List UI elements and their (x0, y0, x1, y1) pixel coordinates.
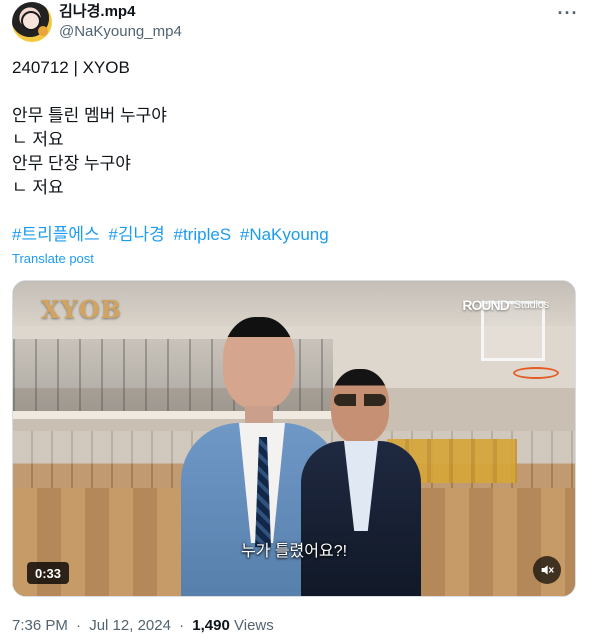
avatar-accent (38, 26, 48, 36)
tweet-date[interactable]: Jul 12, 2024 (89, 617, 171, 634)
basketball-rim (513, 367, 559, 379)
views-label: Views (234, 617, 274, 634)
left-person-head (223, 317, 295, 409)
hashtag-link[interactable]: #NaKyoung (240, 225, 329, 244)
tweet-header: 김나경.mp4 @NaKyoung_mp4 ··· (12, 2, 592, 50)
tweet-time[interactable]: 7:36 PM (12, 617, 68, 634)
translate-post-link[interactable]: Translate post (12, 250, 94, 268)
author-display-name[interactable]: 김나경.mp4 (59, 2, 459, 22)
person-right-in-video (301, 369, 421, 596)
author-info: 김나경.mp4 @NaKyoung_mp4 (59, 2, 459, 42)
xyob-logo: XYOB (41, 295, 122, 324)
hashtag-list: #트리플에스 #김나경 #tripleS #NaKyoung (12, 223, 572, 247)
right-person-head (331, 369, 389, 443)
video-duration-badge: 0:33 (27, 562, 70, 584)
author-handle[interactable]: @NaKyoung_mp4 (59, 22, 459, 42)
sunglasses-icon (334, 394, 386, 406)
video-subtitle: 누가 틀렸어요?! (240, 543, 348, 560)
round-studios-text: Studios (513, 299, 549, 311)
round-studios-mark: ROUND (462, 297, 509, 313)
more-options-button[interactable]: ··· (554, 2, 582, 24)
hashtag-link[interactable]: #김나경 (108, 225, 164, 244)
hashtag-link[interactable]: #트리플에스 (12, 225, 100, 244)
tweet-text: 240712 | XYOB 안무 틀린 멤버 누구야 ㄴ 저요 안무 단장 누구… (12, 58, 167, 197)
views-count: 1,490 (192, 617, 230, 634)
speaker-muted-icon (539, 562, 555, 578)
mute-button[interactable] (533, 556, 561, 584)
hashtag-link[interactable]: #tripleS (174, 225, 232, 244)
video-player[interactable]: XYOB ROUND Studios 누가 틀렸어요?! 0:33 (12, 280, 576, 597)
more-options-icon: ··· (557, 2, 579, 23)
tweet-card: 김나경.mp4 @NaKyoung_mp4 ··· 240712 | XYOB … (0, 0, 602, 643)
avatar[interactable] (12, 2, 52, 42)
metadata-separator: · (179, 617, 185, 634)
round-studios-logo: ROUND Studios (462, 297, 549, 313)
metadata-separator: · (76, 617, 82, 634)
tweet-metadata: 7:36 PM · Jul 12, 2024 · 1,490 Views (12, 617, 274, 635)
